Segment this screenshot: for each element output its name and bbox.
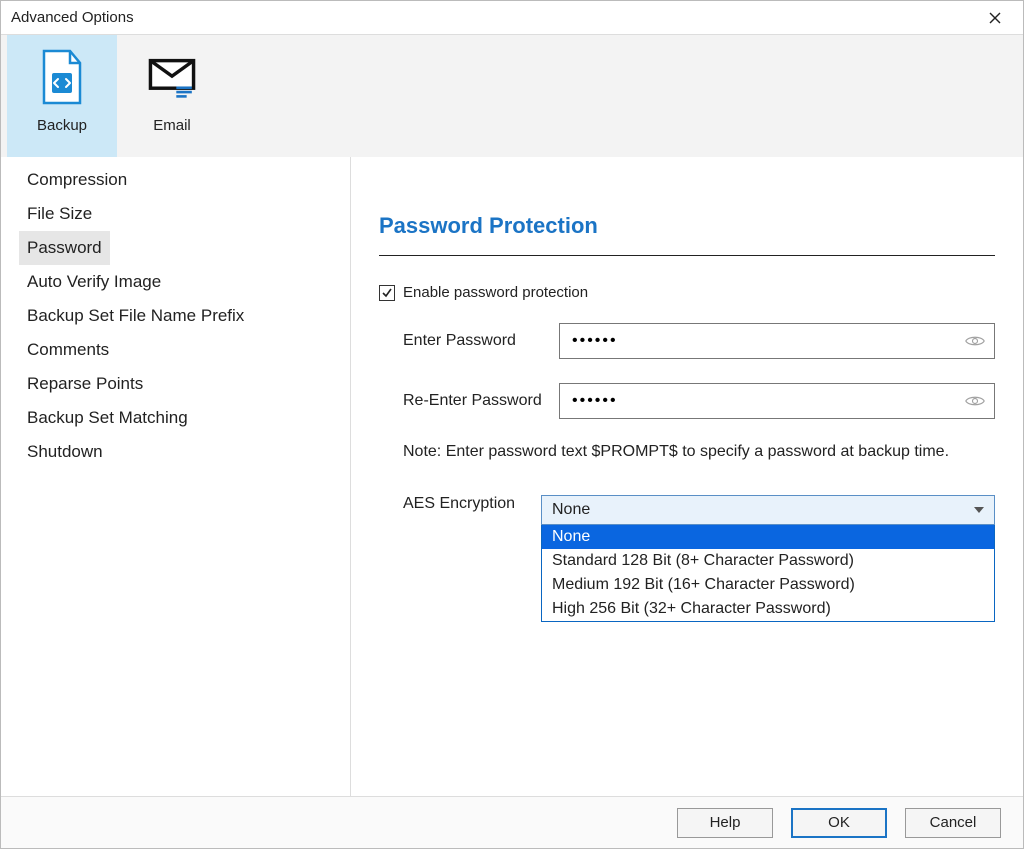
aes-option-high-256[interactable]: High 256 Bit (32+ Character Password) [542,597,994,621]
enable-password-checkbox[interactable] [379,285,395,301]
sidebar-item-shutdown[interactable]: Shutdown [19,435,111,469]
sidebar-item-auto-verify[interactable]: Auto Verify Image [19,265,169,299]
content-area: Compression File Size Password Auto Veri… [1,157,1023,796]
aes-encryption-selected-value: None [552,501,590,519]
panel-divider [379,255,995,256]
password-note: Note: Enter password text $PROMPT$ to sp… [379,443,995,461]
window-title: Advanced Options [11,9,134,26]
sidebar-item-backup-set-matching[interactable]: Backup Set Matching [19,401,196,435]
help-button-label: Help [710,814,741,831]
reenter-password-row: Re-Enter Password [379,383,995,419]
cancel-button-label: Cancel [930,814,977,831]
sidebar-item-file-size[interactable]: File Size [19,197,100,231]
enable-password-row: Enable password protection [379,284,995,301]
panel-heading: Password Protection [379,213,995,239]
ribbon-tab-backup-label: Backup [37,117,87,134]
enable-password-label: Enable password protection [403,284,588,301]
email-icon [147,47,197,107]
sidebar-item-reparse-points[interactable]: Reparse Points [19,367,151,401]
main-panel: Password Protection Enable password prot… [351,157,1023,796]
ribbon-tab-backup[interactable]: Backup [7,35,117,157]
aes-encryption-dropdown: None Standard 128 Bit (8+ Character Pass… [541,525,995,622]
backup-file-icon [37,47,87,107]
aes-encryption-label: AES Encryption [379,495,559,513]
dialog-window: Advanced Options Backup [0,0,1024,849]
sidebar: Compression File Size Password Auto Veri… [1,157,351,796]
close-button[interactable] [977,1,1013,35]
enter-password-label: Enter Password [379,332,559,350]
aes-option-standard-128[interactable]: Standard 128 Bit (8+ Character Password) [542,549,994,573]
button-bar: Help OK Cancel [1,796,1023,848]
ribbon-tab-email[interactable]: Email [117,35,227,157]
aes-encryption-row: AES Encryption None None Standard 128 Bi… [379,495,995,525]
chevron-down-icon [974,507,984,513]
sidebar-item-compression[interactable]: Compression [19,163,135,197]
eye-icon[interactable] [965,391,985,411]
sidebar-item-filename-prefix[interactable]: Backup Set File Name Prefix [19,299,252,333]
aes-option-medium-192[interactable]: Medium 192 Bit (16+ Character Password) [542,573,994,597]
enter-password-input[interactable] [559,323,995,359]
titlebar: Advanced Options [1,1,1023,35]
sidebar-item-password[interactable]: Password [19,231,110,265]
sidebar-item-comments[interactable]: Comments [19,333,117,367]
ok-button-label: OK [828,814,850,831]
enter-password-row: Enter Password [379,323,995,359]
eye-icon[interactable] [965,331,985,351]
help-button[interactable]: Help [677,808,773,838]
reenter-password-input[interactable] [559,383,995,419]
checkmark-icon [381,287,393,299]
ok-button[interactable]: OK [791,808,887,838]
aes-option-none[interactable]: None [542,525,994,549]
close-icon [989,12,1001,24]
cancel-button[interactable]: Cancel [905,808,1001,838]
ribbon: Backup Email [1,35,1023,157]
reenter-password-label: Re-Enter Password [379,392,559,410]
ribbon-tab-email-label: Email [153,117,191,134]
aes-encryption-select[interactable]: None [541,495,995,525]
